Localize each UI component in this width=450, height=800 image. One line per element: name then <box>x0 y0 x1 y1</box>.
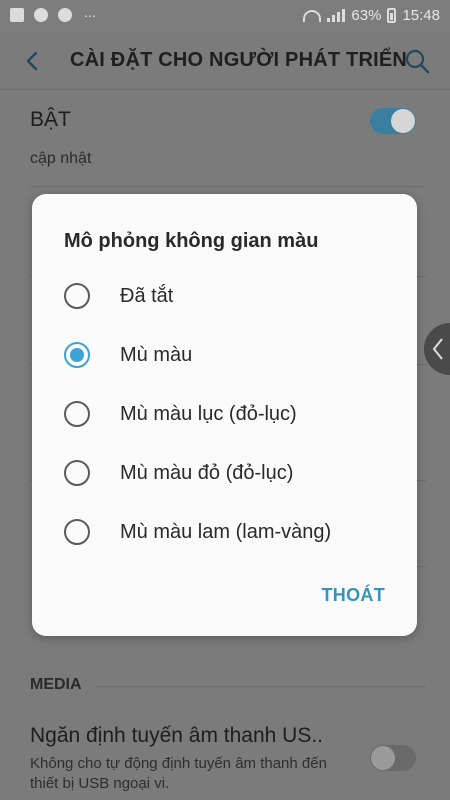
master-toggle[interactable] <box>370 108 416 134</box>
system-status: 63% 15:48 <box>303 7 440 24</box>
app-bar: CÀI ĐẶT CHO NGƯỜI PHÁT TRIỂN <box>0 32 450 90</box>
color-space-dialog: Mô phỏng không gian màu Đã tắt Mù màu Mù… <box>32 194 417 636</box>
page-title: CÀI ĐẶT CHO NGƯỜI PHÁT TRIỂN <box>70 49 408 71</box>
more-notifications-indicator: ... <box>84 4 96 20</box>
radio-button[interactable] <box>64 283 90 309</box>
messenger-notification-icon <box>58 8 72 22</box>
setting-subtext: cập nhật <box>30 150 92 167</box>
battery-icon <box>387 8 397 23</box>
signal-icon <box>327 9 346 22</box>
option-tritanomaly[interactable]: Mù màu lam (lam-vàng) <box>64 510 404 554</box>
radio-button[interactable] <box>64 519 90 545</box>
wifi-icon <box>303 9 322 22</box>
chevron-left-icon <box>432 338 443 360</box>
usb-audio-title[interactable]: Ngăn định tuyến âm thanh US.. <box>30 724 323 748</box>
radio-button-selected[interactable] <box>64 342 90 368</box>
search-icon[interactable] <box>404 48 430 74</box>
usb-audio-subtitle: Không cho tự động định tuyến âm thanh đế… <box>30 755 327 792</box>
option-monochromacy[interactable]: Mù màu <box>64 333 404 377</box>
edge-panel-handle[interactable] <box>424 323 450 375</box>
master-toggle-label: BẬT <box>30 108 71 131</box>
section-divider <box>96 686 426 687</box>
option-label: Đã tắt <box>120 284 174 307</box>
radio-button[interactable] <box>64 401 90 427</box>
battery-percent: 63% <box>351 7 382 24</box>
option-label: Mù màu <box>120 343 193 366</box>
section-header-media: MEDIA <box>30 676 82 693</box>
back-icon[interactable] <box>22 50 44 72</box>
toggle-knob <box>391 109 415 133</box>
radio-button[interactable] <box>64 460 90 486</box>
divider <box>30 186 426 187</box>
usb-audio-toggle[interactable] <box>370 745 416 771</box>
option-deuteranomaly[interactable]: Mù màu lục (đỏ-lục) <box>64 392 404 436</box>
messenger-notification-icon <box>34 8 48 22</box>
option-protanomaly[interactable]: Mù màu đỏ (đỏ-lục) <box>64 451 404 495</box>
status-bar: ... 63% 15:48 <box>0 0 450 32</box>
option-label: Mù màu đỏ (đỏ-lục) <box>120 461 294 484</box>
dialog-title: Mô phỏng không gian màu <box>64 230 319 252</box>
clock: 15:48 <box>402 7 440 24</box>
option-disabled[interactable]: Đã tắt <box>64 274 404 318</box>
option-label: Mù màu lục (đỏ-lục) <box>120 402 297 425</box>
toggle-knob <box>371 746 395 770</box>
gallery-notification-icon <box>10 8 24 22</box>
option-label: Mù màu lam (lam-vàng) <box>120 520 332 543</box>
notification-icons: ... <box>10 4 96 22</box>
exit-button[interactable]: THOÁT <box>322 585 386 606</box>
